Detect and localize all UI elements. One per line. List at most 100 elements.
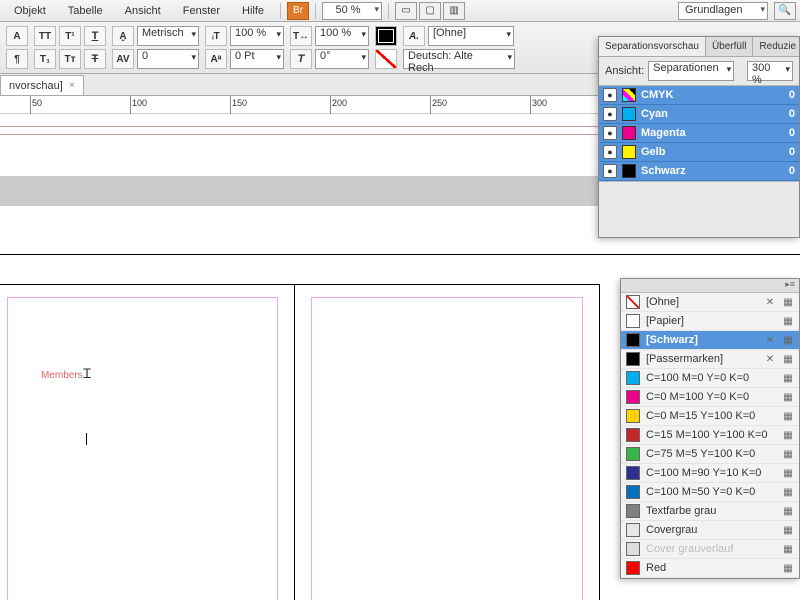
visibility-icon[interactable]: ● — [603, 164, 617, 178]
view-options-icon[interactable]: ▭ — [395, 2, 417, 20]
spread-edge — [0, 254, 800, 255]
ink-name: Gelb — [641, 146, 665, 158]
separation-row[interactable]: ●CMYK0 — [599, 86, 799, 105]
swatch-label: Covergrau — [646, 524, 776, 536]
swatch-row[interactable]: Red▦ — [621, 559, 799, 578]
sep-zoom[interactable]: 300 % — [747, 61, 793, 81]
swatch-row[interactable]: [Schwarz]✕▦ — [621, 331, 799, 350]
search-icon[interactable]: 🔍 — [774, 2, 796, 20]
subscript-btn[interactable]: T₁ — [34, 49, 56, 69]
swatch-row[interactable]: C=0 M=15 Y=100 K=0▦ — [621, 407, 799, 426]
menu-tabelle[interactable]: Tabelle — [58, 2, 113, 20]
skew-input[interactable]: 0° — [315, 49, 369, 69]
swatch-row[interactable]: C=15 M=100 Y=100 K=0▦ — [621, 426, 799, 445]
swatch-type-icon: ▦ — [782, 506, 794, 517]
separation-row[interactable]: ●Schwarz0 — [599, 162, 799, 181]
page-right[interactable] — [295, 284, 600, 600]
menu-ansicht[interactable]: Ansicht — [115, 2, 171, 20]
panel-controls: Ansicht: Separationen 300 % — [599, 57, 799, 86]
swatch-row[interactable]: [Passermarken]✕▦ — [621, 350, 799, 369]
para-format-icon[interactable]: ¶ — [6, 49, 28, 69]
swatch-type-icon: ▦ — [782, 373, 794, 384]
swatch-row[interactable]: Textfarbe grau▦ — [621, 502, 799, 521]
vscale-input[interactable]: 100 % — [230, 26, 284, 46]
ink-name: Cyan — [641, 108, 668, 120]
separation-row[interactable]: ●Cyan0 — [599, 105, 799, 124]
swatch-type-icon: ▦ — [782, 468, 794, 479]
swatch-type-icon: ▦ — [782, 297, 794, 308]
swatch-row[interactable]: C=75 M=5 Y=100 K=0▦ — [621, 445, 799, 464]
char-format-icon[interactable]: A — [6, 26, 28, 46]
tab-flatten[interactable]: Reduzie — [753, 37, 800, 56]
visibility-icon[interactable]: ● — [603, 126, 617, 140]
swatch-label: [Schwarz] — [646, 334, 758, 346]
kerning-select[interactable]: Metrisch — [137, 26, 199, 46]
swatch-label: Cover grauverlauf — [646, 543, 776, 555]
text-frame-content[interactable]: Members — [41, 370, 83, 381]
swatch-color — [626, 295, 640, 309]
workspace-select[interactable]: Grundlagen — [678, 2, 768, 20]
swatch-label: C=100 M=90 Y=10 K=0 — [646, 467, 776, 479]
swatch-color — [626, 447, 640, 461]
superscript-btn[interactable]: TT — [34, 26, 56, 46]
zoom-select[interactable]: 50 % — [322, 2, 382, 20]
stroke-icon[interactable] — [375, 49, 397, 69]
swatch-type-icon: ▦ — [782, 354, 794, 365]
underline-btn[interactable]: T — [84, 26, 106, 46]
tab-trap[interactable]: Überfüll — [706, 37, 753, 56]
separation-row[interactable]: ●Gelb0 — [599, 143, 799, 162]
screen-mode-icon[interactable]: ▢ — [419, 2, 441, 20]
swatch-type-icon: ▦ — [782, 392, 794, 403]
baseline-icon: Aᵃ — [205, 49, 227, 69]
swatch-color — [626, 314, 640, 328]
separations-panel[interactable]: Separationsvorschau Überfüll Reduzie Ans… — [598, 36, 800, 238]
menu-objekt[interactable]: Objekt — [4, 2, 56, 20]
language-select[interactable]: Deutsch: Alte Rech — [403, 49, 515, 69]
swatch-row[interactable]: [Ohne]✕▦ — [621, 293, 799, 312]
swatch-row[interactable]: [Papier]▦ — [621, 312, 799, 331]
hscale-input[interactable]: 100 % — [315, 26, 369, 46]
swatch-row[interactable]: Covergrau▦ — [621, 521, 799, 540]
tracking-select[interactable]: 0 — [137, 49, 199, 69]
swatch-label: C=100 M=50 Y=0 K=0 — [646, 486, 776, 498]
swatch-label: [Passermarken] — [646, 353, 758, 365]
document-tab[interactable]: nvorschau] × — [0, 75, 84, 95]
swatch-type-icon: ▦ — [782, 449, 794, 460]
swatch-row[interactable]: C=0 M=100 Y=0 K=0▦ — [621, 388, 799, 407]
swatches-panel[interactable]: ▸≡ [Ohne]✕▦[Papier]▦[Schwarz]✕▦[Passerma… — [620, 278, 800, 579]
tab-separations[interactable]: Separationsvorschau — [599, 37, 706, 56]
smallcaps-btn[interactable]: T¹ — [59, 26, 81, 46]
strike-btn[interactable]: T — [84, 49, 106, 69]
ink-value: 0 — [789, 127, 795, 139]
hscale-icon: T↔ — [290, 26, 312, 46]
arrange-icon[interactable]: ▥ — [443, 2, 465, 20]
swatch-row[interactable]: C=100 M=50 Y=0 K=0▦ — [621, 483, 799, 502]
view-select[interactable]: Separationen — [648, 61, 734, 81]
charstyle-select[interactable]: [Ohne] — [428, 26, 514, 46]
allcaps-btn[interactable]: Tᴛ — [59, 49, 81, 69]
swatch-row[interactable]: Cover grauverlauf▦ — [621, 540, 799, 559]
swatch-color — [626, 371, 640, 385]
visibility-icon[interactable]: ● — [603, 107, 617, 121]
baseline-input[interactable]: 0 Pt — [230, 49, 284, 69]
ink-value: 0 — [789, 165, 795, 177]
visibility-icon[interactable]: ● — [603, 145, 617, 159]
text-cursor-icon: Ꮖ — [83, 366, 92, 382]
swatch-row[interactable]: C=100 M=0 Y=0 K=0▦ — [621, 369, 799, 388]
page-left[interactable]: Members Ꮖ — [0, 284, 295, 600]
cant-edit-icon: ✕ — [764, 335, 776, 346]
menu-fenster[interactable]: Fenster — [173, 2, 230, 20]
swatch-color — [626, 352, 640, 366]
divider — [388, 3, 389, 19]
swatch-row[interactable]: C=100 M=90 Y=10 K=0 ▦ — [621, 464, 799, 483]
visibility-icon[interactable]: ● — [603, 88, 617, 102]
margin-guide — [311, 297, 583, 600]
separation-row[interactable]: ●Magenta0 — [599, 124, 799, 143]
color-swatch — [622, 145, 636, 159]
menu-hilfe[interactable]: Hilfe — [232, 2, 274, 20]
close-icon[interactable]: × — [69, 80, 75, 91]
fill-icon[interactable] — [375, 26, 397, 46]
bridge-icon[interactable]: Br — [287, 2, 309, 20]
swatch-color — [626, 466, 640, 480]
menubar: Objekt Tabelle Ansicht Fenster Hilfe Br … — [0, 0, 800, 22]
